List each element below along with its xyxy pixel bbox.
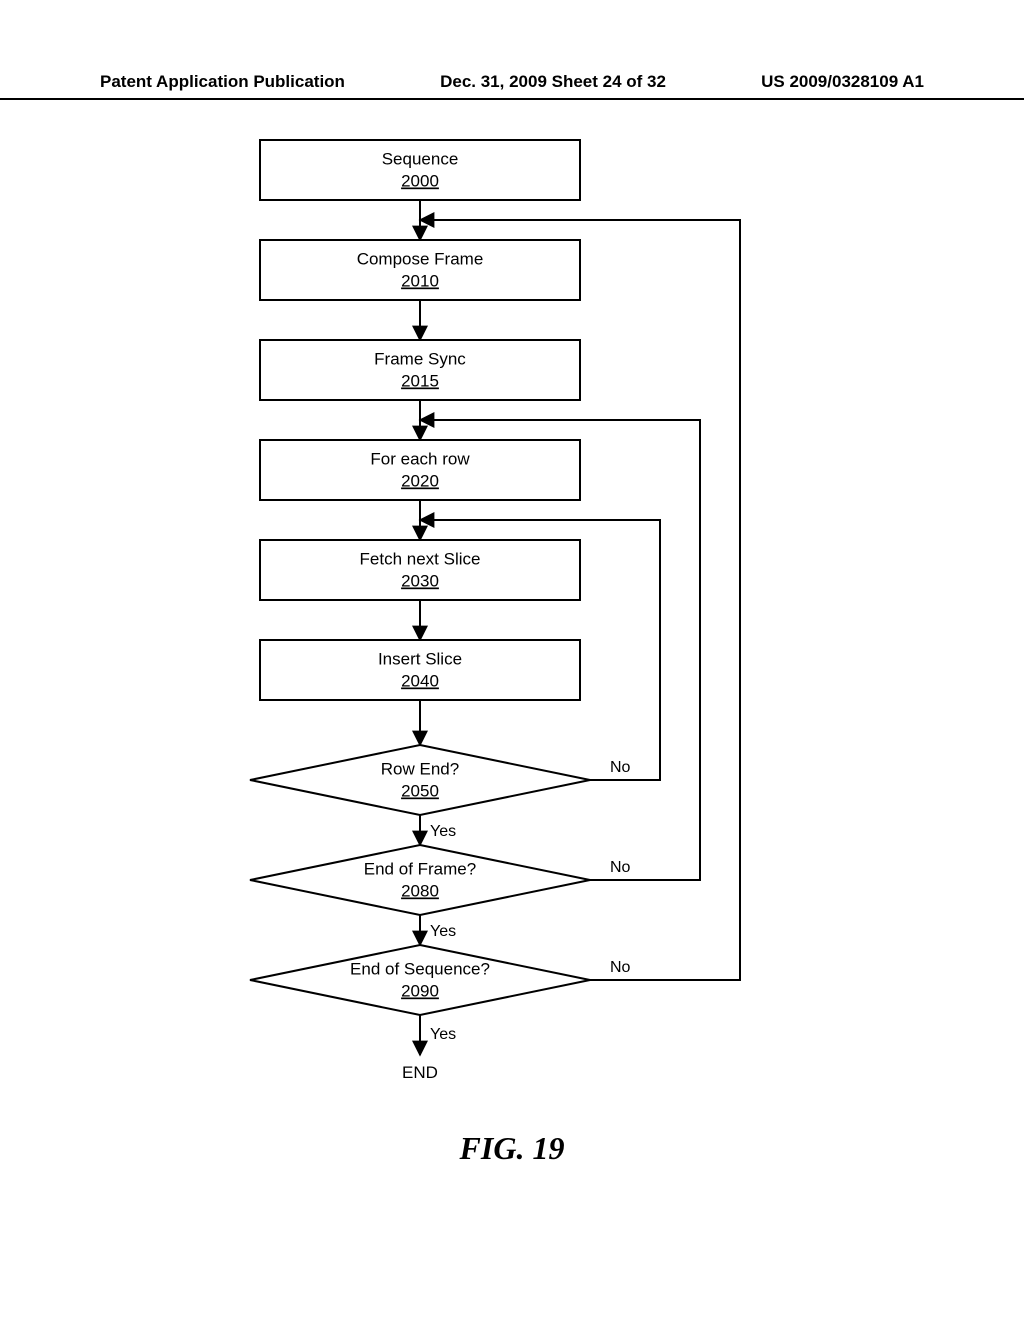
box-for-each-row-num: 2020 — [401, 471, 439, 490]
page-header: Patent Application Publication Dec. 31, … — [0, 72, 1024, 100]
box-insert-slice-num: 2040 — [401, 671, 439, 690]
box-sequence-label: Sequence — [382, 149, 459, 168]
decision-end-of-sequence-label: End of Sequence? — [350, 959, 490, 978]
figure-label: FIG. 19 — [0, 1130, 1024, 1167]
end-label: END — [402, 1063, 438, 1082]
header-mid: Dec. 31, 2009 Sheet 24 of 32 — [345, 72, 761, 92]
box-fetch-next-slice-label: Fetch next Slice — [360, 549, 481, 568]
box-frame-sync-num: 2015 — [401, 371, 439, 390]
decision-row-end-num: 2050 — [401, 781, 439, 800]
box-compose-frame-num: 2010 — [401, 271, 439, 290]
label-yes-3: Yes — [430, 1026, 456, 1043]
box-compose-frame-label: Compose Frame — [357, 249, 484, 268]
decision-end-of-frame — [250, 845, 590, 915]
box-frame-sync-label: Frame Sync — [374, 349, 466, 368]
header-left: Patent Application Publication — [100, 72, 345, 92]
label-yes-2: Yes — [430, 923, 456, 940]
decision-row-end — [250, 745, 590, 815]
label-yes-1: Yes — [430, 823, 456, 840]
label-no-1: No — [610, 759, 631, 776]
box-insert-slice-label: Insert Slice — [378, 649, 462, 668]
decision-end-of-sequence — [250, 945, 590, 1015]
decision-end-of-frame-num: 2080 — [401, 881, 439, 900]
flowchart: Sequence 2000 Compose Frame 2010 Frame S… — [0, 120, 1024, 1180]
label-no-3: No — [610, 959, 631, 976]
label-no-2: No — [610, 859, 631, 876]
box-fetch-next-slice-num: 2030 — [401, 571, 439, 590]
box-sequence-num: 2000 — [401, 171, 439, 190]
decision-end-of-frame-label: End of Frame? — [364, 859, 476, 878]
header-right: US 2009/0328109 A1 — [761, 72, 924, 92]
decision-end-of-sequence-num: 2090 — [401, 981, 439, 1000]
box-for-each-row-label: For each row — [370, 449, 470, 468]
decision-row-end-label: Row End? — [381, 759, 459, 778]
